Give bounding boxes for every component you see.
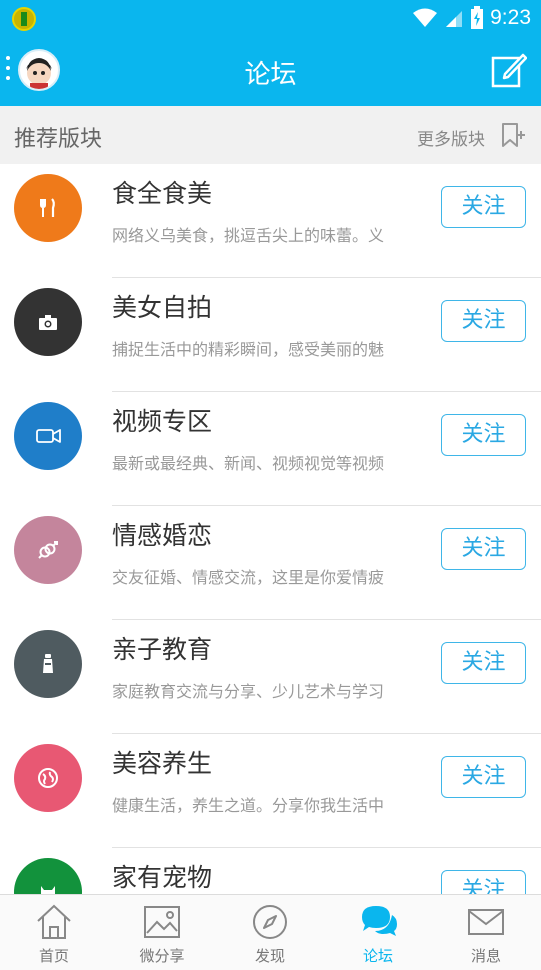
status-indicators: 9:23	[412, 4, 531, 32]
section-title: 推荐版块	[14, 127, 103, 152]
more-forums-link[interactable]: 更多版块	[417, 125, 485, 150]
add-bookmark-icon[interactable]	[499, 121, 527, 149]
tab-label: 首页	[38, 947, 69, 965]
forum-icon-selfie	[14, 288, 82, 356]
forum-description: 健康生活，养生之道。分享你我生活中	[112, 796, 385, 815]
follow-button[interactable]: 关注	[441, 642, 526, 684]
follow-button[interactable]: 关注	[441, 300, 526, 342]
forum-name: 美女自拍	[112, 293, 213, 322]
forum-row-food[interactable]: 食全食美 网络义乌美食，挑逗舌尖上的味蕾。义 关注	[0, 164, 541, 278]
app-bar: 论坛	[0, 36, 541, 106]
follow-button[interactable]: 关注	[441, 528, 526, 570]
follow-button[interactable]: 关注	[441, 870, 526, 894]
forum-name: 家有宠物	[112, 863, 213, 892]
tab-label: 消息	[470, 947, 501, 965]
forum-row-video[interactable]: 视频专区 最新或最经典、新闻、视频视觉等视频 关注	[0, 392, 541, 506]
forum-row-beauty[interactable]: 美容养生 健康生活，养生之道。分享你我生活中 关注	[0, 734, 541, 848]
forum-row-selfie[interactable]: 美女自拍 捕捉生活中的精彩瞬间，感受美丽的魅 关注	[0, 278, 541, 392]
tab-discover[interactable]: 发现	[216, 895, 324, 970]
page-title: 论坛	[244, 60, 297, 90]
follow-button[interactable]: 关注	[441, 186, 526, 228]
tab-label: 论坛	[362, 947, 393, 965]
forum-icon-parenting	[14, 630, 82, 698]
follow-button[interactable]: 关注	[441, 756, 526, 798]
forum-name: 美容养生	[112, 749, 213, 778]
tab-forum[interactable]: 论坛	[324, 895, 432, 970]
fork-knife-icon	[40, 198, 55, 217]
forum-list: 食全食美 网络义乌美食，挑逗舌尖上的味蕾。义 关注 美女自拍 捕捉生活中的精彩瞬…	[0, 164, 541, 894]
forum-icon-beauty	[14, 744, 82, 812]
tab-messages[interactable]: 消息	[432, 895, 540, 970]
envelope-icon	[468, 909, 504, 935]
forum-icon-romance	[14, 516, 82, 584]
status-bar: 9:23	[0, 0, 541, 36]
gender-rings-icon	[38, 541, 58, 559]
chat-bubbles-icon	[362, 906, 397, 936]
signal-icon	[446, 11, 463, 27]
follow-button[interactable]: 关注	[441, 414, 526, 456]
forum-description: 最新或最经典、新闻、视频视觉等视频	[112, 454, 385, 473]
recommended-section-header: 推荐版块 更多版块	[0, 106, 541, 164]
app-notification-icon	[12, 7, 36, 31]
tab-micro-share[interactable]: 微分享	[108, 895, 216, 970]
bottle-icon	[43, 654, 53, 673]
forum-description: 捕捉生活中的精彩瞬间，感受美丽的魅	[112, 340, 385, 359]
forum-icon-video	[14, 402, 82, 470]
tab-label: 微分享	[139, 947, 185, 965]
tab-label: 发现	[254, 947, 285, 965]
bottom-tab-bar: 首页 微分享 发现 论坛 消息	[0, 894, 541, 970]
forum-name: 食全食美	[112, 179, 213, 208]
forum-row-pets[interactable]: 家有宠物 关注	[0, 848, 541, 894]
status-time: 9:23	[490, 6, 531, 29]
forum-name: 视频专区	[112, 407, 213, 436]
wifi-icon	[413, 8, 438, 27]
globe-icon	[38, 768, 58, 788]
forum-row-parenting[interactable]: 亲子教育 家庭教育交流与分享、少儿艺术与学习 关注	[0, 620, 541, 734]
forum-icon-pets	[14, 858, 82, 894]
compass-icon	[253, 905, 287, 939]
tab-home[interactable]: 首页	[0, 895, 108, 970]
forum-description: 家庭教育交流与分享、少儿艺术与学习	[112, 682, 385, 701]
forum-row-romance[interactable]: 情感婚恋 交友征婚、情感交流，这里是你爱情疲 关注	[0, 506, 541, 620]
forum-name: 亲子教育	[112, 635, 213, 664]
video-camera-icon	[36, 429, 61, 443]
camera-icon	[39, 315, 57, 330]
forum-description: 交友征婚、情感交流，这里是你爱情疲	[112, 568, 385, 587]
forum-name: 情感婚恋	[112, 521, 213, 550]
forum-description: 网络义乌美食，挑逗舌尖上的味蕾。义	[112, 226, 385, 245]
battery-icon	[471, 6, 484, 29]
home-icon	[37, 904, 71, 939]
compose-icon[interactable]	[491, 52, 527, 88]
cat-icon	[41, 886, 55, 894]
forum-icon-food	[14, 174, 82, 242]
image-icon	[144, 906, 180, 938]
